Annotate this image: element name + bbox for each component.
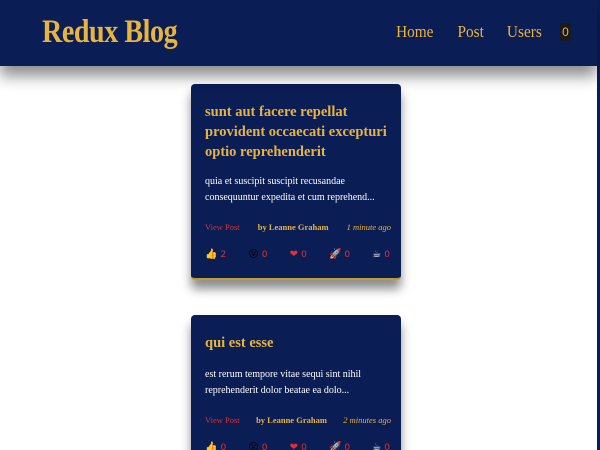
main-nav: Home Post Users 0: [374, 22, 571, 42]
reaction-count: 2: [220, 250, 227, 260]
reaction-count: 0: [301, 250, 307, 260]
view-post-link[interactable]: View Post: [205, 415, 240, 425]
thumbs-up-icon: 👍: [205, 442, 218, 450]
reaction-count: 0: [261, 250, 268, 260]
reaction-count: 0: [301, 443, 307, 450]
thumbs-up-button[interactable]: 👍 2: [205, 249, 227, 261]
post-timestamp: 1 minute ago: [346, 222, 391, 232]
wow-button[interactable]: 😮 0: [248, 249, 268, 261]
counter-badge[interactable]: 0: [560, 23, 571, 41]
post-author: by Leanne Graham: [257, 222, 329, 232]
post-title: sunt aut facere repellat provident occae…: [205, 104, 387, 160]
post-card: sunt aut facere repellat provident occae…: [191, 84, 401, 280]
coffee-button[interactable]: ☕ 0: [372, 249, 390, 261]
nav-home-link[interactable]: Home: [397, 22, 434, 42]
reaction-count: 0: [384, 443, 390, 450]
wow-button[interactable]: 😮 0: [248, 443, 267, 450]
reaction-count: 0: [261, 443, 268, 450]
rocket-button[interactable]: 🚀 0: [329, 443, 350, 450]
thumbs-up-icon: 👍: [205, 249, 218, 260]
nav-users-link[interactable]: Users: [507, 22, 542, 42]
wow-icon: 😮: [248, 249, 259, 260]
post-meta: View Post by Leanne Graham 2 minutes ago: [205, 415, 391, 425]
post-card: qui est esse est rerum tempore vitae seq…: [191, 315, 401, 450]
reaction-count: 0: [384, 250, 390, 260]
site-header: Redux Blog Home Post Users 0: [0, 0, 597, 66]
brand-logo[interactable]: Redux Blog: [42, 14, 178, 51]
heart-icon: ❤: [289, 442, 299, 450]
post-meta: View Post by Leanne Graham 1 minute ago: [205, 222, 391, 232]
reaction-bar: 👍 2 😮 0 ❤ 0 🚀 0 ☕ 0: [205, 249, 391, 261]
coffee-button[interactable]: ☕ 0: [372, 443, 390, 450]
nav-post-link[interactable]: Post: [457, 22, 483, 42]
reaction-count: 0: [344, 443, 351, 450]
reaction-bar: 👍 0 😮 0 ❤ 0 🚀 0 ☕ 0: [205, 443, 391, 450]
rocket-icon: 🚀: [328, 442, 342, 450]
reaction-count: 0: [220, 443, 227, 450]
wow-icon: 😮: [248, 442, 259, 450]
heart-icon: ❤: [289, 249, 299, 260]
post-excerpt: est rerum tempore vitae sequi sint nihil…: [205, 369, 362, 396]
heart-button[interactable]: ❤ 0: [289, 249, 307, 261]
post-author: by Leanne Graham: [256, 415, 327, 425]
rocket-button[interactable]: 🚀 0: [328, 249, 351, 261]
heart-button[interactable]: ❤ 0: [290, 443, 307, 450]
reaction-count: 0: [344, 250, 351, 260]
rocket-icon: 🚀: [328, 249, 342, 260]
thumbs-up-button[interactable]: 👍 0: [205, 443, 226, 450]
post-timestamp: 2 minutes ago: [343, 415, 391, 425]
post-title: qui est esse: [205, 335, 274, 351]
coffee-icon: ☕: [372, 442, 382, 450]
view-post-link[interactable]: View Post: [205, 222, 240, 232]
coffee-icon: ☕: [372, 249, 382, 260]
post-excerpt: quia et suscipit suscipit recusandae con…: [205, 176, 375, 203]
